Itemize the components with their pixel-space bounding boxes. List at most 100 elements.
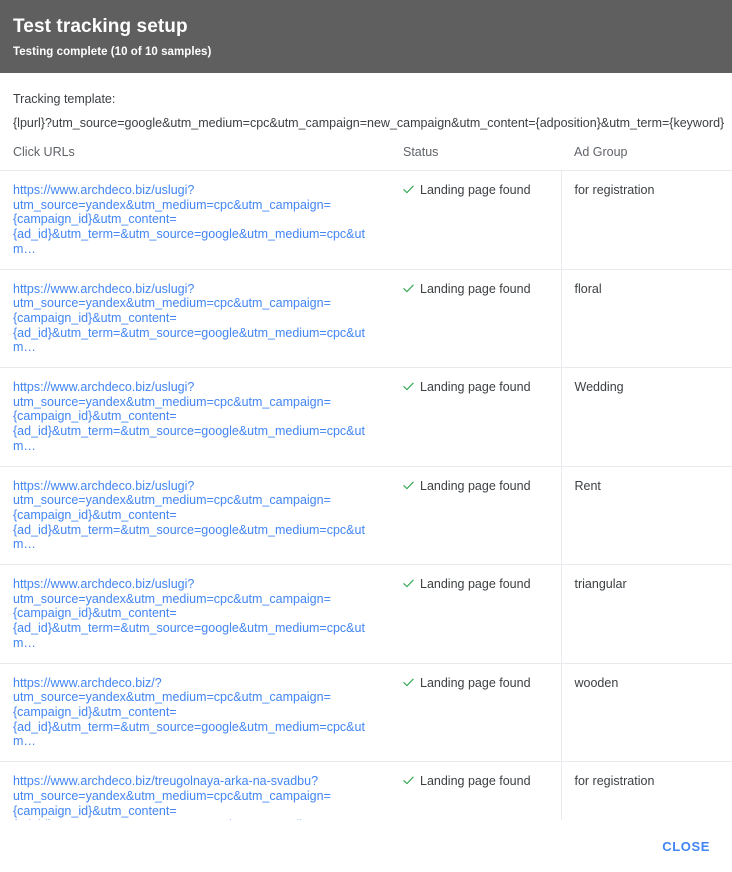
ad-group-label: for registration [574, 183, 655, 197]
ad-group-cell: for registration [561, 761, 732, 820]
ad-group-cell: Rent [561, 466, 732, 566]
table-row: https://www.archdeco.biz/uslugi? utm_sour… [0, 564, 732, 664]
click-url-line: https://www.archdeco.biz/uslugi? [13, 380, 195, 395]
click-url-line: utm_source=yandex&utm_medium=cpc&utm_cam… [13, 296, 331, 311]
status-cell: Landing page found [390, 761, 562, 820]
click-url-line: {ad_id}&utm_term=&utm_source=google&utm_… [13, 325, 365, 355]
click-url-line: {campaign_id}&utm_content= [13, 803, 177, 818]
click-url-line: utm_source=yandex&utm_medium=cpc&utm_cam… [13, 788, 331, 803]
table-row: https://www.archdeco.biz/treugolnaya-ark… [0, 761, 732, 820]
tracking-template-block: Tracking template: {lpurl}?utm_source=go… [0, 73, 732, 132]
click-url-line: {ad_id}&utm_term=&utm_source=google&utm_… [13, 719, 365, 749]
status-cell: Landing page found [390, 663, 562, 763]
results-table-scroll-area[interactable]: Click URLs Status Ad Group https://www.a… [0, 145, 732, 820]
click-url-line: {ad_id}&utm_term=&utm_source=google&utm_… [13, 424, 365, 453]
table-row: https://www.archdeco.biz/? utm_source=yan… [0, 663, 732, 763]
click-url-link[interactable]: https://www.archdeco.biz/uslugi? utm_sour… [13, 281, 390, 356]
tracking-template-value: {lpurl}?utm_source=google&utm_medium=cpc… [13, 116, 725, 130]
click-url-link[interactable]: https://www.archdeco.biz/uslugi? utm_sour… [13, 380, 390, 454]
click-url-line: {campaign_id}&utm_content= [13, 507, 177, 522]
click-url-cell: https://www.archdeco.biz/? utm_source=yan… [0, 663, 390, 763]
status-badge: Landing page found [403, 676, 561, 692]
table-row: https://www.archdeco.biz/uslugi? utm_sour… [0, 170, 732, 270]
ad-group-cell: triangular [561, 564, 732, 664]
click-url-cell: https://www.archdeco.biz/uslugi? utm_sour… [0, 564, 390, 664]
status-label: Landing page found [420, 478, 531, 493]
page-title: Test tracking setup [13, 16, 188, 37]
click-url-cell: https://www.archdeco.biz/uslugi? utm_sour… [0, 466, 390, 566]
ad-group-label: wooden [574, 675, 619, 690]
check-icon [403, 677, 414, 692]
status-label: Landing page found [420, 183, 531, 197]
click-url-cell: https://www.archdeco.biz/uslugi? utm_sour… [0, 170, 390, 270]
status-cell: Landing page found [390, 367, 562, 467]
status-cell: Landing page found [390, 564, 562, 664]
click-url-link[interactable]: https://www.archdeco.biz/treugolnaya-ark… [13, 774, 390, 820]
click-url-cell: https://www.archdeco.biz/uslugi? utm_sour… [0, 367, 390, 467]
click-url-line: https://www.archdeco.biz/uslugi? [13, 577, 195, 592]
click-url-line: {campaign_id}&utm_content= [13, 212, 177, 227]
ad-group-cell: for registration [561, 170, 732, 270]
test-tracking-setup-dialog: Test tracking setup Testing complete (10… [0, 0, 732, 872]
ad-group-cell: Wedding [561, 367, 732, 467]
status-badge: Landing page found [403, 577, 561, 593]
status-label: Landing page found [420, 281, 531, 296]
status-cell: Landing page found [390, 170, 562, 270]
ad-group-label: Wedding [574, 380, 624, 395]
click-url-line: {ad_id}&utm_term=&utm_source=google&utm_… [13, 522, 365, 552]
click-url-line: {ad_id}&utm_term=&utm_source=google&utm_… [13, 621, 365, 650]
status-badge: Landing page found [403, 183, 561, 199]
status-label: Landing page found [420, 380, 531, 395]
ad-group-label: triangular [574, 577, 627, 592]
status-label: Landing page found [420, 774, 531, 789]
click-url-line: {campaign_id}&utm_content= [13, 704, 177, 719]
column-header-status: Status [390, 145, 561, 171]
results-table-body: https://www.archdeco.biz/uslugi? utm_sour… [0, 170, 732, 820]
click-url-line: https://www.archdeco.biz/? [13, 675, 162, 690]
click-url-line: utm_source=yandex&utm_medium=cpc&utm_cam… [13, 197, 331, 212]
table-row: https://www.archdeco.biz/uslugi? utm_sour… [0, 367, 732, 467]
click-url-link[interactable]: https://www.archdeco.biz/uslugi? utm_sour… [13, 183, 390, 257]
click-url-line: https://www.archdeco.biz/uslugi? [13, 183, 195, 197]
column-header-click-urls: Click URLs [0, 145, 390, 171]
check-icon [403, 578, 414, 593]
status-label: Landing page found [420, 577, 531, 592]
check-icon [403, 381, 414, 396]
click-url-line: {campaign_id}&utm_content= [13, 409, 177, 424]
status-badge: Landing page found [403, 380, 561, 396]
ad-group-label: for registration [574, 774, 655, 789]
ad-group-label: Rent [574, 478, 601, 493]
dialog-header: Test tracking setup Testing complete (10… [0, 0, 732, 73]
click-url-line: utm_source=yandex&utm_medium=cpc&utm_cam… [13, 591, 331, 606]
click-url-line: {ad_id}&utm_term=&utm_source=google&utm_… [13, 818, 379, 820]
click-url-link[interactable]: https://www.archdeco.biz/? utm_source=yan… [13, 675, 390, 750]
status-label: Landing page found [420, 675, 531, 690]
click-url-cell: https://www.archdeco.biz/treugolnaya-ark… [0, 761, 390, 820]
click-url-link[interactable]: https://www.archdeco.biz/uslugi? utm_sour… [13, 478, 390, 553]
click-url-link[interactable]: https://www.archdeco.biz/uslugi? utm_sour… [13, 577, 390, 651]
click-url-line: https://www.archdeco.biz/treugolnaya-ark… [13, 774, 319, 789]
check-icon [403, 184, 414, 199]
dialog-footer: CLOSE [0, 820, 732, 872]
close-button[interactable]: CLOSE [654, 831, 718, 862]
table-row: https://www.archdeco.biz/uslugi? utm_sour… [0, 466, 732, 566]
click-url-line: https://www.archdeco.biz/uslugi? [13, 281, 195, 296]
click-url-line: {campaign_id}&utm_content= [13, 606, 177, 621]
dialog-subtitle-status: Testing complete (10 of 10 samples) [13, 46, 212, 58]
table-row: https://www.archdeco.biz/uslugi? utm_sour… [0, 269, 732, 369]
check-icon [403, 480, 414, 495]
status-badge: Landing page found [403, 282, 561, 298]
click-url-line: utm_source=yandex&utm_medium=cpc&utm_cam… [13, 690, 331, 705]
tracking-template-label: Tracking template: [13, 92, 116, 106]
click-url-line: {ad_id}&utm_term=&utm_source=google&utm_… [13, 227, 365, 256]
click-url-line: utm_source=yandex&utm_medium=cpc&utm_cam… [13, 394, 331, 409]
results-table-header: Click URLs Status Ad Group [0, 145, 732, 171]
ad-group-cell: wooden [561, 663, 732, 763]
click-url-cell: https://www.archdeco.biz/uslugi? utm_sour… [0, 269, 390, 369]
status-cell: Landing page found [390, 269, 562, 369]
table-header-row: Click URLs Status Ad Group [0, 145, 732, 171]
results-table: Click URLs Status Ad Group https://www.a… [0, 145, 732, 820]
check-icon [403, 775, 414, 790]
status-cell: Landing page found [390, 466, 562, 566]
status-badge: Landing page found [403, 479, 561, 495]
